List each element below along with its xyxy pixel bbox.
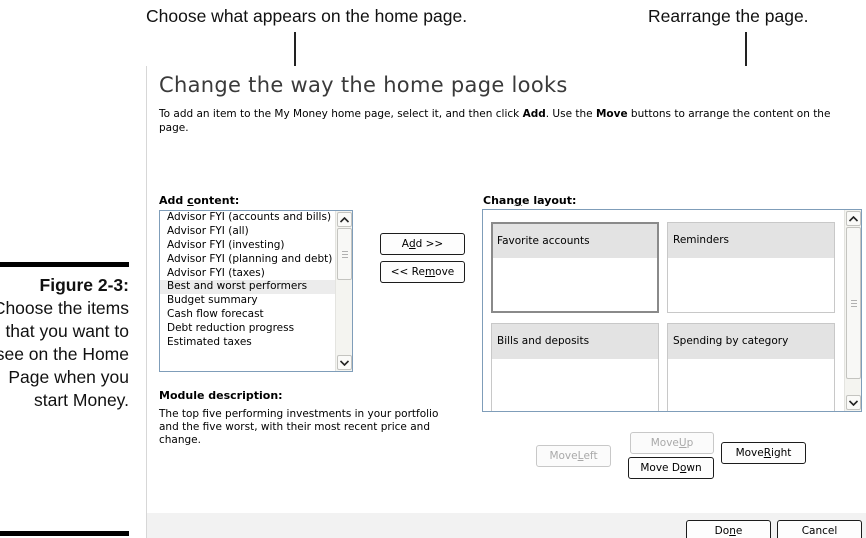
- chevron-up-icon: [849, 215, 858, 222]
- label-part: ontent:: [193, 194, 240, 207]
- move-up-button[interactable]: Move Up: [630, 432, 714, 454]
- btn-accesskey: m: [424, 266, 436, 278]
- scroll-up-button[interactable]: [337, 212, 352, 227]
- list-item[interactable]: Budget summary: [160, 294, 338, 308]
- list-item[interactable]: Cash flow forecast: [160, 308, 338, 322]
- btn-text: Move: [650, 437, 679, 449]
- scroll-down-button[interactable]: [846, 395, 861, 410]
- figure-bottom-rule: [0, 531, 129, 536]
- list-item[interactable]: Advisor FYI (taxes): [160, 267, 338, 281]
- btn-text: ight: [771, 447, 792, 459]
- btn-text: Move: [549, 450, 578, 462]
- btn-accesskey: U: [678, 437, 687, 449]
- layout-tile-spending-by-category[interactable]: Spending by category: [667, 323, 835, 411]
- module-description-label: Module description:: [159, 389, 283, 402]
- btn-text: eft: [583, 450, 598, 462]
- layout-preview[interactable]: Favorite accounts Reminders Bills and de…: [482, 209, 862, 412]
- grip-line: [851, 306, 857, 307]
- btn-text: d >>: [415, 238, 444, 250]
- instructions-part: To add an item to the My Money home page…: [159, 108, 523, 120]
- chevron-down-icon: [340, 359, 349, 366]
- done-button[interactable]: Do n e: [686, 520, 771, 538]
- move-down-button[interactable]: Move Do wn: [628, 457, 714, 479]
- instructions-part: . Use the: [545, 108, 596, 120]
- layout-tile-favorite-accounts[interactable]: Favorite accounts: [491, 222, 659, 313]
- add-content-listbox[interactable]: Advisor FYI (accounts and bills) Advisor…: [159, 210, 353, 372]
- btn-text: Move: [735, 447, 764, 459]
- btn-text: e: [735, 524, 743, 537]
- grip-line: [342, 251, 348, 252]
- layout-tile-reminders[interactable]: Reminders: [667, 222, 835, 313]
- label-part: e layout:: [522, 194, 577, 207]
- btn-text: wn: [686, 462, 702, 474]
- chevron-down-icon: [849, 399, 858, 406]
- label-part: Chan: [483, 194, 515, 207]
- layout-tile-bills-and-deposits[interactable]: Bills and deposits: [491, 323, 659, 411]
- list-item[interactable]: Estimated taxes: [160, 336, 338, 350]
- label-accesskey: g: [514, 194, 523, 207]
- tile-title: Favorite accounts: [493, 224, 657, 258]
- figure-caption: Figure 2-3: Choose the items that you wa…: [0, 274, 129, 412]
- scroll-thumb[interactable]: [337, 228, 352, 280]
- instructions-move-word: Move: [595, 108, 628, 120]
- tile-title: Bills and deposits: [492, 324, 658, 359]
- cancel-button[interactable]: Cancel: [777, 520, 862, 538]
- btn-accesskey: n: [729, 524, 736, 537]
- btn-text: << Re: [390, 266, 425, 278]
- btn-text: ove: [435, 266, 455, 278]
- list-item[interactable]: Advisor FYI (accounts and bills): [160, 211, 338, 225]
- list-item[interactable]: Advisor FYI (all): [160, 225, 338, 239]
- page-title: Change the way the home page looks: [159, 73, 568, 97]
- btn-text: p: [686, 437, 694, 449]
- module-description-text: The top five performing investments in y…: [159, 408, 439, 446]
- scroll-thumb[interactable]: [846, 227, 861, 379]
- remove-button[interactable]: << Re m ove: [380, 261, 465, 283]
- grip-line: [342, 257, 348, 258]
- btn-text: Do: [714, 524, 730, 537]
- change-layout-label: Change layout:: [483, 194, 576, 207]
- figure-label: Figure 2-3:: [39, 275, 129, 295]
- listbox-scrollbar[interactable]: [335, 211, 352, 371]
- move-right-button[interactable]: Move Right: [721, 442, 806, 464]
- add-content-label: Add content:: [159, 194, 239, 207]
- instructions-text: To add an item to the My Money home page…: [159, 107, 859, 135]
- grip-line: [851, 300, 857, 301]
- list-item-selected[interactable]: Best and worst performers: [160, 280, 338, 295]
- btn-text: A: [401, 238, 409, 250]
- tile-title: Reminders: [668, 223, 834, 258]
- figure-top-rule: [0, 262, 129, 267]
- home-page-settings-dialog: Change the way the home page looks To ad…: [146, 66, 866, 538]
- btn-accesskey: R: [763, 447, 772, 459]
- btn-text: Move D: [640, 462, 680, 474]
- grip-line: [342, 254, 348, 255]
- move-left-button[interactable]: Move Left: [536, 445, 611, 467]
- grip-line: [851, 303, 857, 304]
- instructions-add-word: Add: [522, 108, 546, 120]
- list-item[interactable]: Advisor FYI (planning and debt): [160, 253, 338, 267]
- layout-scrollbar[interactable]: [844, 210, 861, 411]
- add-button[interactable]: Add >>: [380, 233, 465, 255]
- scroll-down-button[interactable]: [337, 355, 352, 370]
- content-items: Advisor FYI (accounts and bills) Advisor…: [160, 211, 338, 350]
- callout-rearrange: Rearrange the page.: [648, 6, 809, 26]
- list-item[interactable]: Advisor FYI (investing): [160, 239, 338, 253]
- callout-choose-content: Choose what appears on the home page.: [146, 6, 468, 26]
- btn-accesskey: d: [408, 238, 416, 250]
- figure-caption-text: Choose the items that you want to see on…: [0, 298, 129, 410]
- list-item[interactable]: Debt reduction progress: [160, 322, 338, 336]
- scroll-up-button[interactable]: [846, 211, 861, 226]
- chevron-up-icon: [340, 216, 349, 223]
- tile-title: Spending by category: [668, 324, 834, 359]
- label-part: Add: [159, 194, 188, 207]
